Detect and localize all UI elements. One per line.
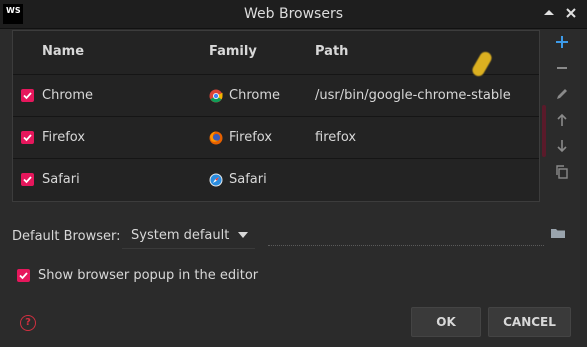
checkmark-icon xyxy=(19,272,28,280)
title-bar: WS Web Browsers xyxy=(0,0,587,29)
remove-icon xyxy=(557,67,567,69)
browser-path[interactable]: /usr/bin/google-chrome-stable xyxy=(315,88,511,103)
browser-path-input[interactable] xyxy=(268,222,544,246)
show-popup-label[interactable]: Show browser popup in the editor xyxy=(38,268,258,283)
collapse-window-button[interactable] xyxy=(541,5,557,21)
firefox-icon xyxy=(209,131,223,145)
checkmark-icon xyxy=(23,134,32,142)
enabled-checkbox[interactable] xyxy=(21,131,34,144)
chevron-down-icon xyxy=(238,232,248,238)
table-scrollbar[interactable] xyxy=(542,105,546,157)
table-row[interactable]: Safari Safari xyxy=(13,158,539,201)
chevron-up-icon xyxy=(544,10,554,15)
browse-folder-button[interactable] xyxy=(550,226,568,242)
remove-button[interactable] xyxy=(550,61,574,83)
table-row[interactable]: Firefox Firefox firefox xyxy=(13,116,539,159)
column-header-path[interactable]: Path xyxy=(315,44,348,59)
checkmark-icon xyxy=(23,92,32,100)
move-up-button[interactable] xyxy=(550,113,574,135)
copy-button[interactable] xyxy=(550,165,574,187)
enabled-checkbox[interactable] xyxy=(21,89,34,102)
chrome-icon xyxy=(209,89,223,103)
browsers-table: Name Family Path Chrome Chrome /usr/bin/… xyxy=(12,30,546,202)
browser-name[interactable]: Safari xyxy=(42,172,80,187)
add-button[interactable] xyxy=(550,35,574,57)
edit-icon xyxy=(557,89,567,99)
default-browser-select[interactable]: System default xyxy=(122,222,255,249)
copy-icon xyxy=(556,165,568,179)
column-header-name[interactable]: Name xyxy=(42,44,84,59)
enabled-checkbox[interactable] xyxy=(21,173,34,186)
column-header-family[interactable]: Family xyxy=(209,44,257,59)
move-down-button[interactable] xyxy=(550,139,574,161)
table-header: Name Family Path xyxy=(13,31,539,71)
add-icon xyxy=(556,36,568,48)
browser-name[interactable]: Firefox xyxy=(42,130,85,145)
window-title: Web Browsers xyxy=(244,6,343,22)
show-popup-checkbox[interactable] xyxy=(17,269,30,282)
close-window-button[interactable] xyxy=(563,5,579,21)
edit-button[interactable] xyxy=(550,87,574,109)
safari-icon xyxy=(209,173,223,187)
ok-button[interactable]: OK xyxy=(411,307,481,337)
cancel-button[interactable]: CANCEL xyxy=(488,307,571,337)
folder-icon xyxy=(551,229,565,238)
move-down-icon xyxy=(557,140,567,153)
help-button[interactable]: ? xyxy=(20,315,36,331)
move-up-icon xyxy=(557,113,567,126)
browser-path[interactable]: firefox xyxy=(315,130,356,145)
browser-name[interactable]: Chrome xyxy=(42,88,93,103)
close-icon xyxy=(566,8,576,18)
table-row[interactable]: Chrome Chrome /usr/bin/google-chrome-sta… xyxy=(13,74,539,117)
default-browser-label: Default Browser: xyxy=(12,229,121,244)
checkmark-icon xyxy=(23,176,32,184)
